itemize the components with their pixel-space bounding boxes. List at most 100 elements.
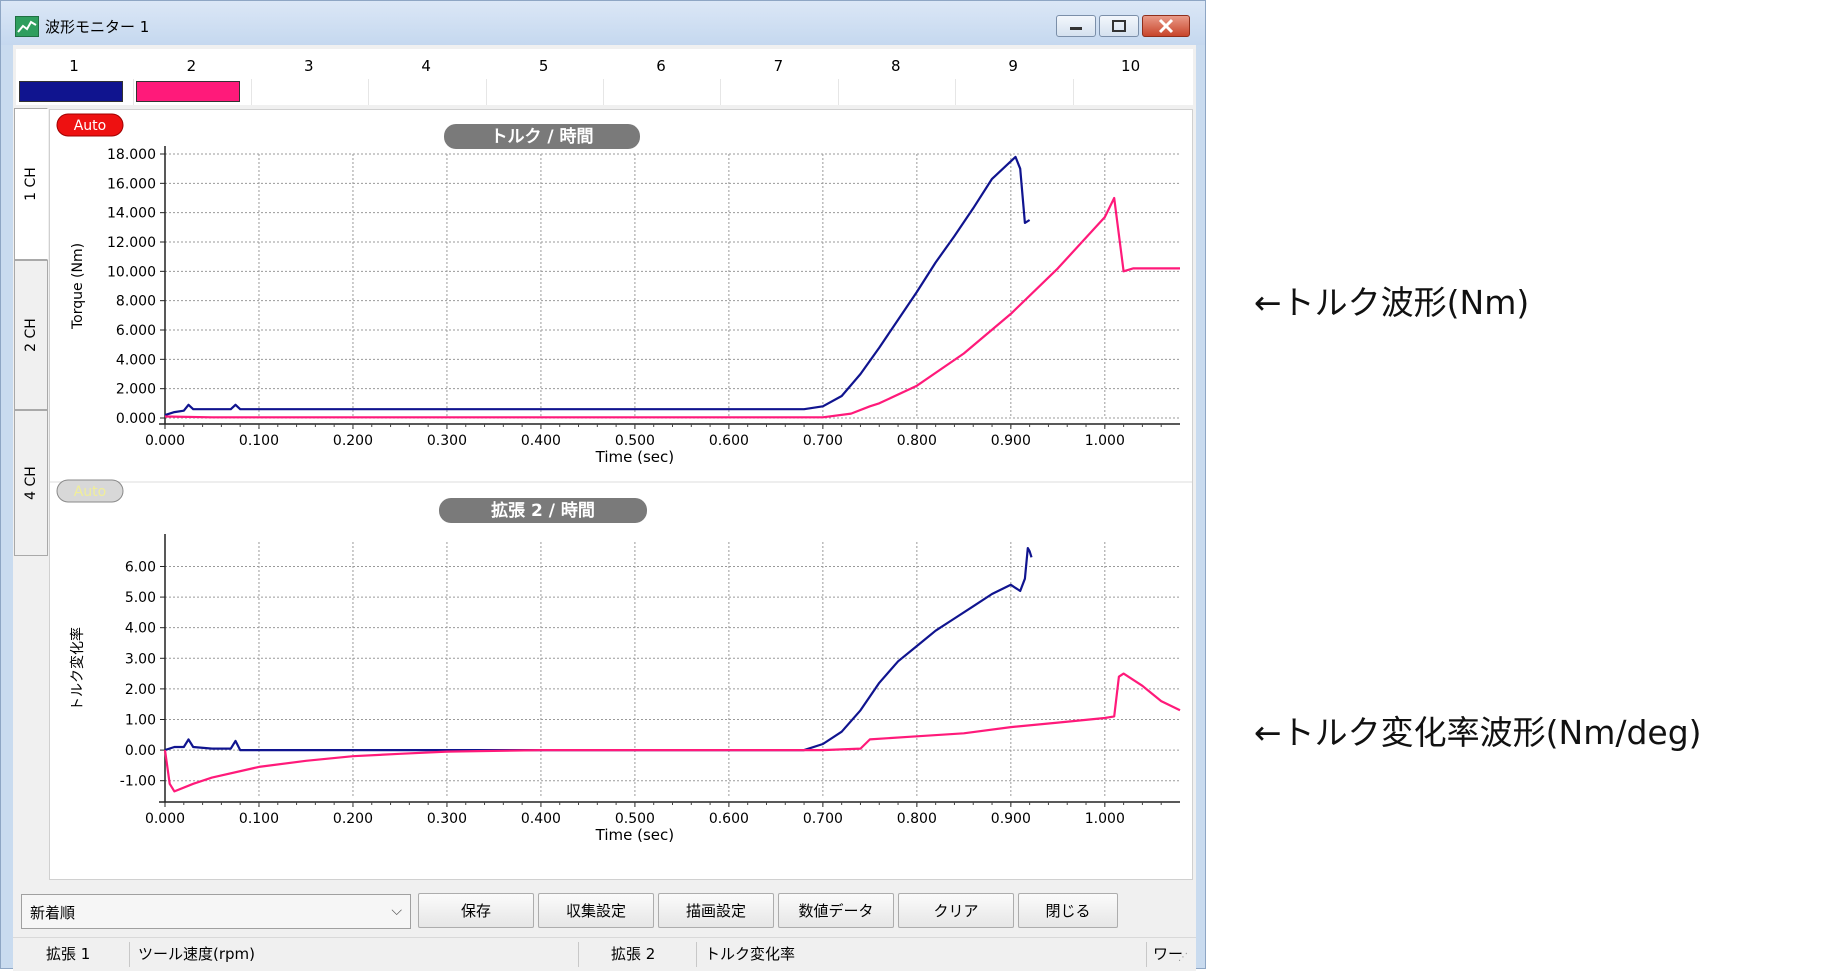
y-axis-label: Torque (Nm) [70,243,86,330]
channel-7[interactable]: 7 [720,49,836,105]
maximize-button[interactable] [1099,15,1139,37]
channel-1[interactable]: 1 [16,49,132,105]
series-line-1 [164,155,1031,417]
status-divider [1146,942,1147,967]
y-tick-label: 8.000 [116,294,156,310]
channel-10[interactable]: 10 [1072,49,1189,105]
series-line-2 [163,672,1181,793]
channel-9[interactable]: 9 [955,49,1071,105]
channel-number: 5 [538,57,549,75]
tab-4ch[interactable]: 4 CH [14,410,48,556]
status-divider [578,942,579,967]
y-tick-label: 18.000 [107,147,156,163]
y-tick-label: 0.000 [116,411,156,427]
x-tick-label: 0.500 [615,433,655,449]
y-tick-label: 4.000 [116,352,156,368]
x-tick-label: 0.600 [709,433,749,449]
sort-order-select[interactable]: 新着順 ⌵ [21,894,411,929]
channel-divider [250,79,252,105]
channel-legend-row: 1 2 3 4 5 6 7 8 9 10 [16,49,1193,105]
resize-grip-icon[interactable]: ⋰ [1178,952,1190,964]
chart-title: トルク / 時間 [490,126,593,147]
channel-8[interactable]: 8 [837,49,954,105]
tab-1ch-label: 1 CH [23,167,39,201]
x-tick-label: 0.300 [427,433,467,449]
x-tick-label: 0.900 [991,811,1031,827]
series-line-2 [164,196,1180,419]
status-bar: 拡張 1 ツール速度(rpm) 拡張 2 トルク変化率 ワー ⋰ [13,937,1196,971]
y-tick-label: 10.000 [107,264,156,280]
y-tick-label: 3.00 [125,651,156,667]
x-tick-label: 0.800 [897,433,937,449]
app-waveform-icon [15,16,39,37]
draw-settings-button[interactable]: 描画設定 [658,893,774,928]
x-tick-label: 0.500 [615,811,655,827]
channel-divider [1072,79,1074,105]
channel-divider [603,79,604,105]
status-ext1-value: ツール速度(rpm) [138,945,256,963]
close-button[interactable] [1142,15,1190,37]
x-tick-label: 0.000 [145,811,185,827]
channel-number: 7 [773,57,784,75]
channel-number: 6 [656,57,666,75]
channel-6[interactable]: 6 [603,49,719,105]
x-axis-label: Time (sec) [595,826,674,844]
tab-4ch-label: 4 CH [23,466,39,500]
channel-2[interactable]: 2 [133,49,249,105]
channel-number: 10 [1121,57,1141,75]
x-tick-label: 0.100 [239,433,279,449]
bottom-toolbar: 新着順 ⌵ 保存 収集設定 描画設定 数値データ クリア 閉じる [16,888,1193,932]
channel-3[interactable]: 3 [250,49,367,105]
status-divider [696,942,697,967]
tab-2ch[interactable]: 2 CH [14,260,48,410]
channel-number: 2 [186,57,197,75]
save-button[interactable]: 保存 [418,893,534,928]
x-tick-label: 0.200 [333,811,373,827]
y-tick-label: 5.00 [125,590,156,606]
auto-badge-label: Auto [74,118,107,134]
y-tick-label: 6.000 [116,323,156,339]
x-tick-label: 0.800 [897,811,937,827]
collection-settings-button[interactable]: 収集設定 [538,893,654,928]
channel-number: 9 [1008,57,1018,75]
plot-panel: Auto トルク / 時間 18.000 16.000 14.000 12.000 10.0… [49,109,1193,880]
chart-1: Auto トルク / 時間 18.000 16.000 14.000 12.000 10.0… [56,113,1180,466]
y-axis-label: トルク変化率 [69,627,86,711]
rate-waveform-annotation: ←トルク変化率波形(Nm/deg) [1254,713,1702,752]
x-tick-label: 0.600 [709,811,749,827]
channel-tabs: 1 CH 2 CH 4 CH [14,108,48,598]
channel-number: 1 [69,57,79,75]
minimize-button[interactable] [1056,15,1096,37]
close-window-button[interactable]: 閉じる [1018,893,1118,928]
x-tick-label: 1.000 [1085,433,1125,449]
numeric-data-button[interactable]: 数値データ [778,893,894,928]
x-tick-label: 0.300 [427,811,467,827]
title-bar: 波形モニター 1 [1,1,1205,45]
y-tick-label: 12.000 [107,235,156,251]
y-tick-label: 2.00 [125,682,156,698]
channel-5[interactable]: 5 [485,49,602,105]
status-divider [129,942,130,967]
channel-divider [133,79,135,105]
clear-button[interactable]: クリア [898,893,1014,928]
channel-number: 8 [891,57,901,75]
x-tick-label: 0.200 [333,433,373,449]
channel-divider [485,79,487,105]
channel-number: 3 [304,57,314,75]
channel-color-swatch[interactable] [19,81,123,102]
y-tick-label: 16.000 [107,176,156,192]
window-title: 波形モニター 1 [45,18,150,36]
channel-divider [955,79,957,105]
channel-divider [837,79,839,105]
channel-4[interactable]: 4 [368,49,484,105]
channel-number: 4 [421,57,431,75]
y-tick-label: 1.00 [125,712,156,728]
status-ext2-value: トルク変化率 [705,945,796,963]
sort-order-value: 新着順 [30,904,76,922]
channel-color-swatch[interactable] [136,81,241,102]
channel-divider [720,79,722,105]
tab-2ch-label: 2 CH [23,318,39,352]
y-tick-label: -1.00 [120,774,156,790]
tab-1ch[interactable]: 1 CH [14,108,48,260]
x-tick-label: 0.700 [803,811,843,827]
